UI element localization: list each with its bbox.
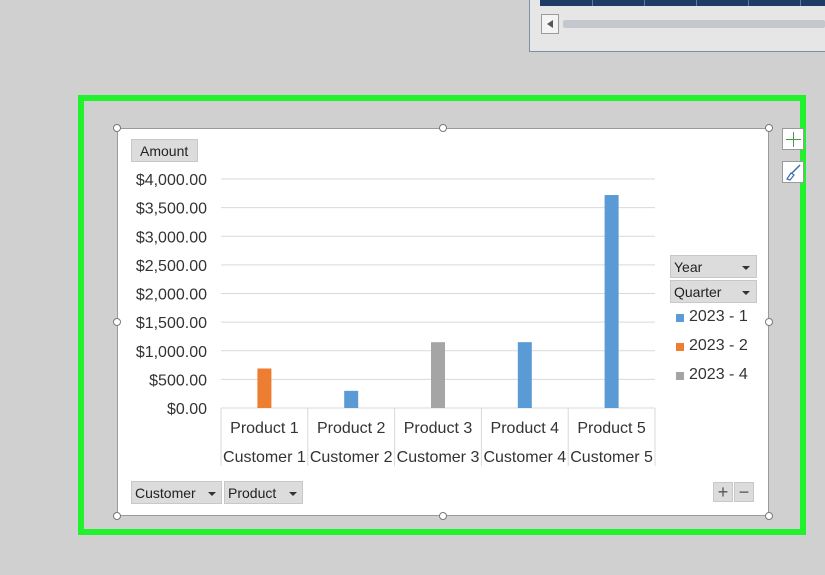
x-tick-label-customer: Customer 2 bbox=[310, 449, 393, 466]
y-tick-label: $3,000.00 bbox=[136, 229, 207, 246]
y-tick-label: $2,000.00 bbox=[136, 287, 207, 304]
bar bbox=[604, 195, 619, 408]
y-tick-label: $1,000.00 bbox=[136, 344, 207, 361]
legend-swatch bbox=[676, 314, 684, 322]
x-tick-label-product: Product 5 bbox=[577, 420, 646, 437]
y-tick-label: $2,500.00 bbox=[136, 258, 207, 275]
x-tick-label-product: Product 4 bbox=[491, 420, 560, 437]
x-tick-label-customer: Customer 1 bbox=[223, 449, 306, 466]
dropdown-arrow-icon bbox=[742, 266, 750, 270]
bar bbox=[431, 342, 445, 408]
x-tick-label-product: Product 2 bbox=[317, 420, 386, 437]
customer-field-button[interactable]: Customer bbox=[131, 481, 222, 504]
year-filter-button[interactable]: Year bbox=[670, 255, 757, 278]
customer-field-label: Customer bbox=[135, 485, 196, 501]
product-field-button[interactable]: Product bbox=[224, 481, 303, 504]
year-filter-label: Year bbox=[674, 259, 703, 275]
y-tick-label: $1,500.00 bbox=[136, 315, 207, 332]
y-tick-label: $500.00 bbox=[149, 372, 207, 389]
bar bbox=[257, 368, 272, 408]
legend-label: 2023 - 4 bbox=[689, 366, 748, 383]
legend-swatch bbox=[676, 343, 684, 351]
quarter-filter-button[interactable]: Quarter bbox=[670, 280, 757, 303]
x-tick-label-product: Product 3 bbox=[404, 420, 473, 437]
x-tick-label-customer: Customer 4 bbox=[483, 449, 566, 466]
bar bbox=[344, 390, 359, 408]
product-field-label: Product bbox=[228, 485, 277, 501]
x-tick-label-customer: Customer 5 bbox=[570, 449, 653, 466]
expand-field-button[interactable]: + bbox=[713, 482, 733, 502]
legend-label: 2023 - 2 bbox=[689, 337, 748, 354]
collapse-field-button[interactable]: − bbox=[734, 482, 754, 502]
bar bbox=[517, 342, 532, 408]
x-tick-label-customer: Customer 3 bbox=[397, 449, 480, 466]
quarter-filter-label: Quarter bbox=[674, 284, 722, 300]
y-tick-label: $0.00 bbox=[167, 401, 207, 418]
legend-swatch bbox=[676, 372, 684, 380]
dropdown-arrow-icon bbox=[208, 492, 216, 496]
dropdown-arrow-icon bbox=[289, 492, 297, 496]
x-tick-label-product: Product 1 bbox=[230, 420, 299, 437]
dropdown-arrow-icon bbox=[742, 291, 750, 295]
y-tick-label: $3,500.00 bbox=[136, 201, 207, 218]
y-tick-label: $4,000.00 bbox=[136, 172, 207, 189]
legend-label: 2023 - 1 bbox=[689, 308, 748, 325]
